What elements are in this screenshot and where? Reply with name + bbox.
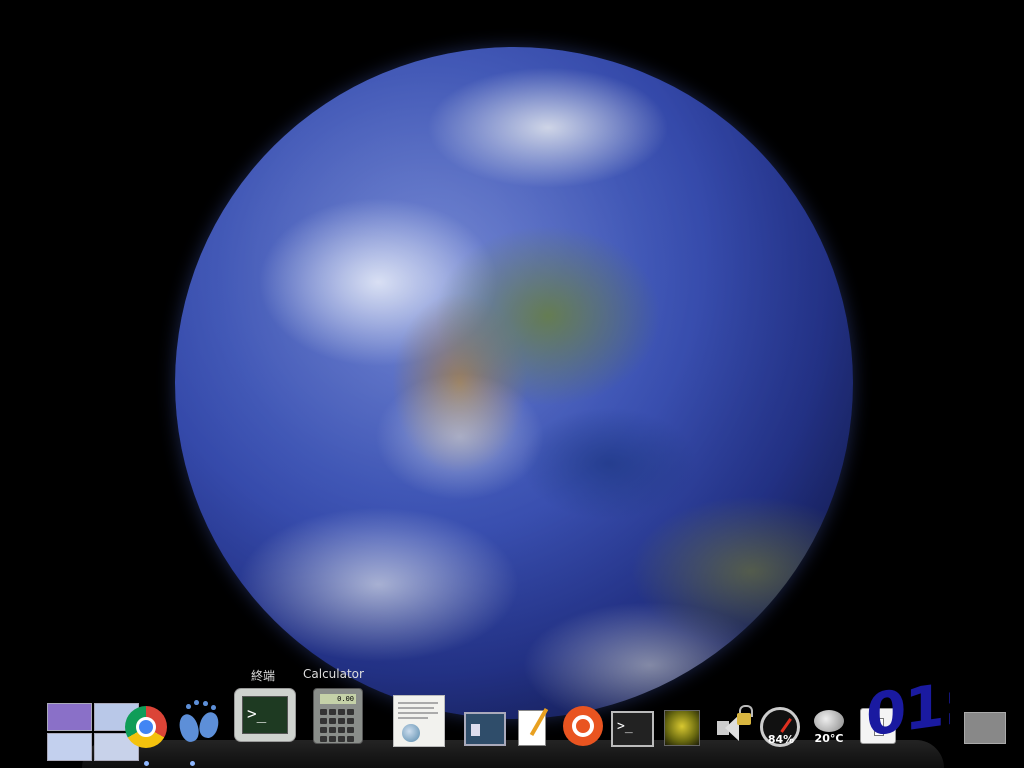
photo-icon[interactable]	[664, 710, 700, 746]
running-indicator	[144, 761, 149, 766]
window-icon[interactable]	[464, 712, 506, 746]
speaker-lock-icon[interactable]	[715, 705, 755, 747]
terminal-small-icon[interactable]: >_	[611, 711, 654, 747]
temperature-readout: 20°C	[814, 732, 844, 745]
notes-icon[interactable]	[518, 708, 549, 746]
calculator-display: 0.00	[320, 694, 356, 704]
document-icon[interactable]	[393, 695, 445, 747]
terminal-icon[interactable]: >_	[234, 688, 296, 742]
calculator-icon[interactable]: 0.00	[313, 688, 363, 744]
running-indicator	[190, 761, 195, 766]
terminal-prompt: >_	[242, 696, 288, 734]
battery-percent: 84%	[767, 733, 795, 746]
terminal-label: 終端	[251, 669, 276, 683]
ubuntu-icon[interactable]	[563, 706, 603, 746]
chrome-icon[interactable]	[125, 706, 167, 748]
weather-icon[interactable]: 20°C	[808, 708, 850, 748]
calculator-label: Calculator	[303, 667, 364, 681]
gauge-icon[interactable]: 84%	[760, 707, 800, 747]
gnome-feet-icon[interactable]	[176, 700, 224, 746]
tray-icon[interactable]	[964, 712, 1006, 744]
clock-display: 01:46	[866, 662, 950, 750]
earth-shading	[175, 47, 853, 719]
